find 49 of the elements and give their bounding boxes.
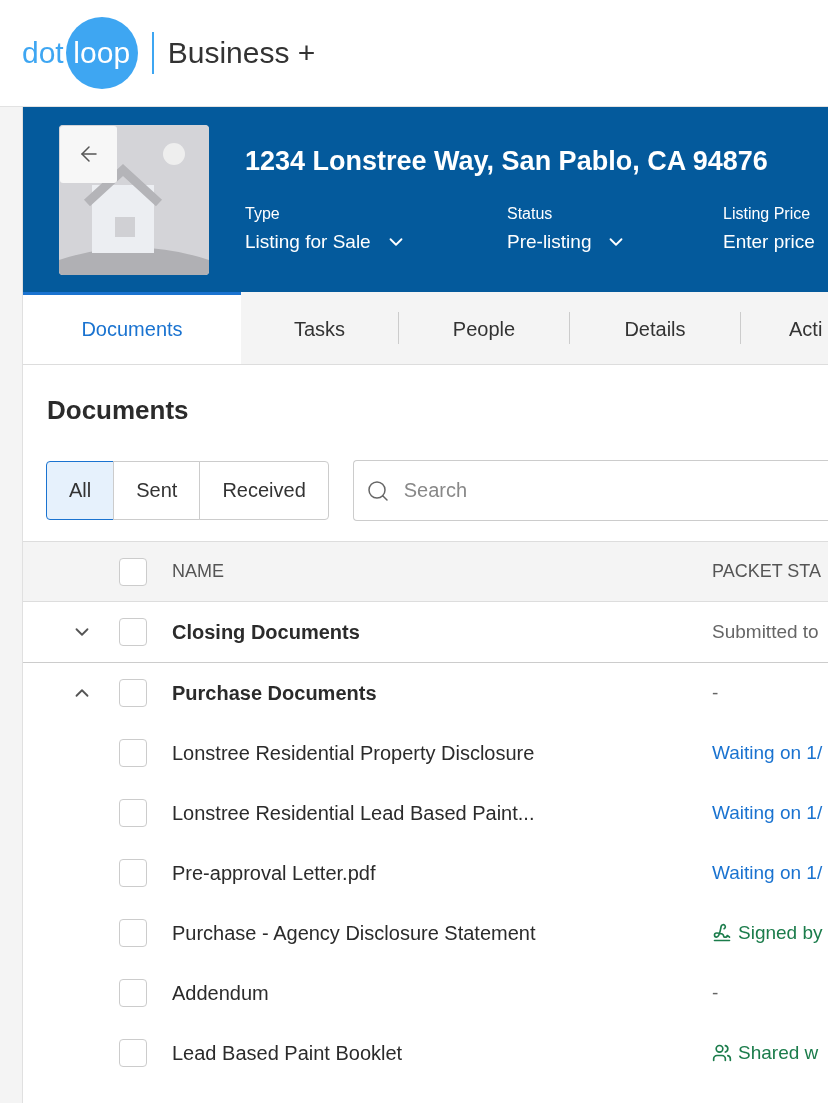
search-icon <box>365 478 390 503</box>
row-checkbox[interactable] <box>119 679 147 707</box>
tab[interactable]: Acti <box>741 292 828 364</box>
tab[interactable]: Details <box>570 292 740 364</box>
field-label: Status <box>507 205 554 223</box>
row-checkbox[interactable] <box>119 557 147 586</box>
document-name[interactable]: Addendum <box>172 981 712 1005</box>
packet-status: - <box>712 982 719 1004</box>
packet-status: - <box>712 682 719 704</box>
packet-status: Waiting on 1/ <box>712 862 823 884</box>
folder-name[interactable]: Closing Documents <box>172 620 712 644</box>
product-name: Business + <box>167 36 316 70</box>
row-checkbox[interactable] <box>119 859 147 887</box>
signature-icon <box>712 923 732 943</box>
tab[interactable]: People <box>399 292 569 364</box>
tab[interactable]: Tasks <box>241 292 398 364</box>
packet-status: Signed by <box>712 922 823 944</box>
row-checkbox[interactable] <box>119 1039 147 1067</box>
folder-name[interactable]: Purchase Documents <box>172 681 712 705</box>
filter-button[interactable]: Sent <box>113 461 201 520</box>
packet-status: Waiting on 1/ <box>712 802 823 824</box>
document-name[interactable]: Purchase - Agency Disclosure Statement <box>172 921 712 945</box>
packet-status: Waiting on 1/ <box>712 742 823 764</box>
document-name[interactable]: Lonstree Residential Lead Based Paint... <box>172 801 712 825</box>
row-checkbox[interactable] <box>119 979 147 1007</box>
column-header: NAME <box>172 561 224 582</box>
field-label: Listing Price <box>723 205 812 223</box>
row-checkbox[interactable] <box>119 739 147 767</box>
filter-button[interactable]: Received <box>199 461 329 520</box>
document-name[interactable]: Pre-approval Letter.pdf <box>172 861 712 885</box>
row-checkbox[interactable] <box>119 618 147 646</box>
tab[interactable]: Documents <box>23 292 241 364</box>
section-title: Documents <box>47 395 190 426</box>
packet-status: Shared w <box>712 1042 819 1064</box>
field-dropdown[interactable]: Pre-listing <box>507 231 723 253</box>
back-button[interactable] <box>60 125 117 183</box>
search-field[interactable]: Search <box>352 460 828 521</box>
property-address: 1234 Lonstree Way, San Pablo, CA 94876 <box>245 146 769 177</box>
document-name[interactable]: Lead Based Paint Booklet <box>172 1041 712 1065</box>
row-checkbox[interactable] <box>119 799 147 827</box>
document-name[interactable]: Lonstree Residential Property Disclosure <box>172 741 712 765</box>
people-icon <box>712 1043 732 1063</box>
price-input[interactable]: Enter price <box>723 231 815 253</box>
field-label: Type <box>245 205 281 223</box>
row-checkbox[interactable] <box>119 919 147 947</box>
column-header: PACKET STA <box>712 561 822 582</box>
packet-status: Submitted to <box>712 621 819 643</box>
filter-button[interactable]: All <box>46 461 115 520</box>
field-dropdown[interactable]: Listing for Sale <box>245 231 507 253</box>
